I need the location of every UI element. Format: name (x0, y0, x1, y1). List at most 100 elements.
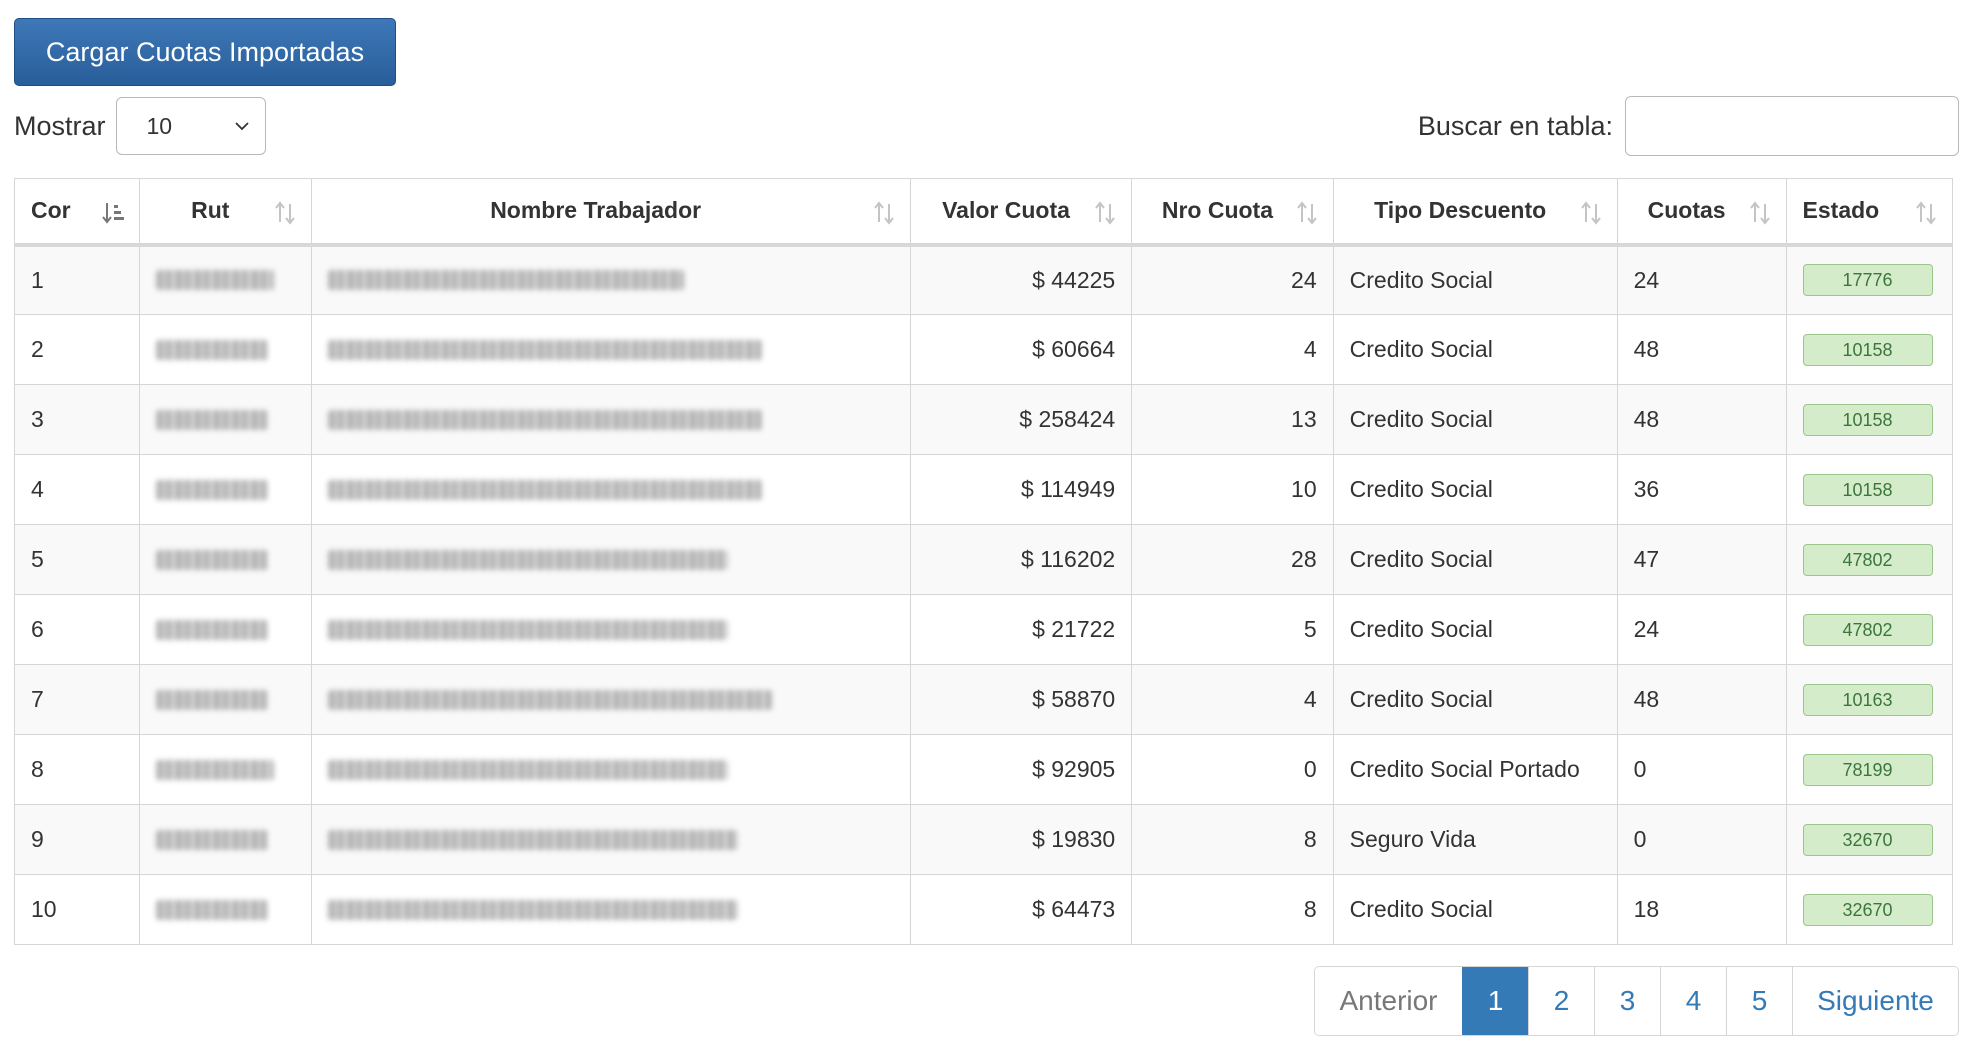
pagination-previous-button[interactable]: Anterior (1315, 967, 1462, 1035)
column-header-valor-cuota[interactable]: Valor Cuota (909, 178, 1133, 247)
sort-both-icon (274, 201, 295, 225)
cell-cor: 5 (13, 524, 141, 595)
cell-valor-cuota: $ 114949 (909, 454, 1133, 525)
cell-valor-cuota: $ 116202 (909, 524, 1133, 595)
cell-nombre-redacted (310, 314, 911, 385)
status-badge: 10163 (1802, 683, 1933, 716)
status-badge: 32670 (1802, 893, 1933, 926)
cell-estado: 17776 (1785, 244, 1954, 315)
length-label: Mostrar (14, 110, 106, 141)
cell-nombre-redacted (310, 524, 911, 595)
status-badge: 10158 (1802, 333, 1933, 366)
cell-tipo-descuento: Credito Social (1332, 664, 1618, 735)
cell-tipo-descuento: Credito Social (1332, 384, 1618, 455)
status-badge: 17776 (1802, 264, 1933, 297)
cell-valor-cuota: $ 92905 (909, 734, 1133, 805)
length-control: Mostrar 10 (14, 96, 266, 156)
cell-cor: 1 (13, 244, 141, 315)
cell-nombre-redacted (310, 244, 911, 315)
cell-tipo-descuento: Credito Social (1332, 244, 1618, 315)
cell-cor: 4 (13, 454, 141, 525)
pagination-page-1[interactable]: 1 (1462, 967, 1528, 1035)
cell-cuotas: 0 (1616, 804, 1787, 875)
table-search: Buscar en tabla: (1418, 96, 1959, 156)
cell-cuotas: 24 (1616, 594, 1787, 665)
cell-tipo-descuento: Credito Social (1332, 454, 1618, 525)
cell-rut-redacted (139, 524, 312, 595)
chevron-down-icon (234, 122, 249, 131)
cell-rut-redacted (139, 594, 312, 665)
cell-nombre-redacted (310, 874, 911, 945)
status-badge: 10158 (1802, 403, 1933, 436)
pagination-page-3[interactable]: 3 (1594, 967, 1660, 1035)
cell-nombre-redacted (310, 804, 911, 875)
cell-nombre-redacted (310, 454, 911, 525)
table-header-row: Cor Rut Nombre Trabajador Valor Cuota Nr… (13, 178, 1954, 247)
cell-tipo-descuento: Seguro Vida (1332, 804, 1618, 875)
column-header-cuotas[interactable]: Cuotas (1616, 178, 1787, 247)
search-input[interactable] (1625, 96, 1959, 156)
cell-tipo-descuento: Credito Social (1332, 874, 1618, 945)
cell-nro-cuota: 13 (1131, 384, 1334, 455)
table-row: 9 $ 19830 8 Seguro Vida 0 32670 (13, 804, 1954, 875)
cell-tipo-descuento: Credito Social (1332, 314, 1618, 385)
status-badge: 47802 (1802, 543, 1933, 576)
column-header-cor[interactable]: Cor (13, 178, 141, 247)
cell-rut-redacted (139, 804, 312, 875)
cell-valor-cuota: $ 44225 (909, 244, 1133, 315)
pagination-page-4[interactable]: 4 (1660, 967, 1726, 1035)
sort-both-icon (1916, 201, 1936, 225)
cell-nro-cuota: 10 (1131, 454, 1334, 525)
cell-cor: 6 (13, 594, 141, 665)
cell-rut-redacted (139, 664, 312, 735)
table-row: 4 $ 114949 10 Credito Social 36 10158 (13, 454, 1954, 525)
sort-both-icon (1095, 201, 1115, 225)
cell-estado: 10158 (1785, 384, 1954, 455)
cell-cor: 10 (13, 874, 141, 945)
cell-tipo-descuento: Credito Social (1332, 524, 1618, 595)
length-select[interactable]: 10 (115, 97, 266, 155)
cell-rut-redacted (139, 454, 312, 525)
cell-estado: 32670 (1785, 804, 1954, 875)
cell-cor: 9 (13, 804, 141, 875)
cell-nro-cuota: 4 (1131, 664, 1334, 735)
cell-estado: 10158 (1785, 314, 1954, 385)
cell-cor: 7 (13, 664, 141, 735)
cell-cuotas: 48 (1616, 314, 1787, 385)
cell-nro-cuota: 8 (1131, 804, 1334, 875)
pagination-next-button[interactable]: Siguiente (1792, 967, 1958, 1035)
cell-nro-cuota: 24 (1131, 244, 1334, 315)
cell-nro-cuota: 8 (1131, 874, 1334, 945)
cell-estado: 47802 (1785, 594, 1954, 665)
cell-nro-cuota: 28 (1131, 524, 1334, 595)
load-imported-quotas-button[interactable]: Cargar Cuotas Importadas (14, 18, 396, 86)
table-row: 3 $ 258424 13 Credito Social 48 10158 (13, 384, 1954, 455)
table-row: 8 $ 92905 0 Credito Social Portado 0 781… (13, 734, 1954, 805)
pagination-page-2[interactable]: 2 (1528, 967, 1594, 1035)
pagination-page-5[interactable]: 5 (1726, 967, 1792, 1035)
cell-cor: 2 (13, 314, 141, 385)
sort-both-icon (1580, 201, 1601, 225)
cell-rut-redacted (139, 734, 312, 805)
sort-amount-down-icon (102, 203, 125, 224)
cell-estado: 10158 (1785, 454, 1954, 525)
status-badge: 47802 (1802, 613, 1933, 646)
column-header-rut[interactable]: Rut (139, 178, 312, 247)
table-row: 5 $ 116202 28 Credito Social 47 47802 (13, 524, 1954, 595)
column-header-nro-cuota[interactable]: Nro Cuota (1131, 178, 1334, 247)
sort-both-icon (874, 201, 894, 225)
column-header-estado[interactable]: Estado (1785, 178, 1954, 247)
status-badge: 10158 (1802, 473, 1933, 506)
quotas-table: Cor Rut Nombre Trabajador Valor Cuota Nr… (13, 178, 1954, 945)
cell-cor: 8 (13, 734, 141, 805)
length-select-value: 10 (146, 112, 173, 139)
cell-valor-cuota: $ 64473 (909, 874, 1133, 945)
cell-valor-cuota: $ 258424 (909, 384, 1133, 455)
status-badge: 32670 (1802, 823, 1933, 856)
cell-cuotas: 48 (1616, 384, 1787, 455)
cell-valor-cuota: $ 58870 (909, 664, 1133, 735)
cell-nombre-redacted (310, 734, 911, 805)
column-header-tipo-descuento[interactable]: Tipo Descuento (1332, 178, 1618, 247)
cell-rut-redacted (139, 384, 312, 455)
column-header-nombre[interactable]: Nombre Trabajador (310, 178, 911, 247)
